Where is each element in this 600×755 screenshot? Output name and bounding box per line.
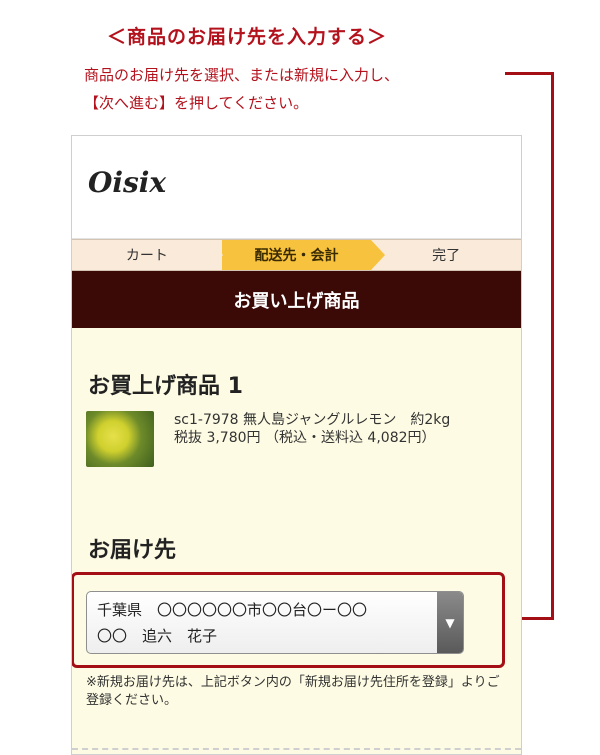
delivery-title: お届け先 [88,538,177,563]
selected-address-line2: 〇〇 追六 花子 [97,627,218,645]
step-delivery-label: 配送先・会計 [254,248,339,264]
checkout-steps: カート 配送先・会計 完了 [72,239,521,271]
step-cart: カート [72,240,223,270]
product-price: 税抜 3,780円 （税込・送料込 4,082円） [174,430,436,446]
annotation-instruction: 商品のお届け先を選択、または新規に入力し、 【次へ進む】を押してください。 [84,61,514,117]
new-address-note: ※新規お届け先は、上記ボタン内の「新規お届け先住所を登録」よりご登録ください。 [86,675,500,708]
app-header: Oisix [72,136,521,239]
instruction-line-2: 【次へ進む】を押してください。 [84,94,309,112]
selected-address: 千葉県 〇〇〇〇〇〇市〇〇台〇ー〇〇 〇〇 追六 花子 [97,597,427,649]
product-name: sc1-7978 無人島ジャングルレモン 約2kg [174,412,451,428]
callout-line-top [505,72,554,75]
page-title: お買い上げ商品 [72,271,521,328]
product-details: sc1-7978 無人島ジャングルレモン 約2kg 税抜 3,780円 （税込・… [174,411,506,447]
annotation-heading: ＜商品のお届け先を入力する＞ [106,26,387,48]
step-complete-label: 完了 [432,248,461,264]
instruction-line-1: 商品のお届け先を選択、または新規に入力し、 [84,66,400,84]
selected-address-line1: 千葉県 〇〇〇〇〇〇市〇〇台〇ー〇〇 [97,601,368,619]
callout-line-vertical [551,72,554,620]
purchase-title: お買上げ商品 1 [88,374,243,399]
step-complete: 完了 [371,240,521,270]
dropdown-arrow-icon[interactable]: ▼ [437,592,463,653]
step-delivery: 配送先・会計 [221,240,385,270]
oisix-logo: Oisix [88,166,167,199]
divider [72,748,521,750]
lemon-thumbnail [86,411,154,467]
phone-screen: Oisix カート 配送先・会計 完了 お買い上げ商品 お買上げ商品 1 sc1… [71,135,522,755]
delivery-address-select[interactable]: 千葉県 〇〇〇〇〇〇市〇〇台〇ー〇〇 〇〇 追六 花子 ▼ [86,591,464,654]
product-item: sc1-7978 無人島ジャングルレモン 約2kg 税抜 3,780円 （税込・… [86,411,506,487]
step-cart-label: カート [125,248,168,264]
